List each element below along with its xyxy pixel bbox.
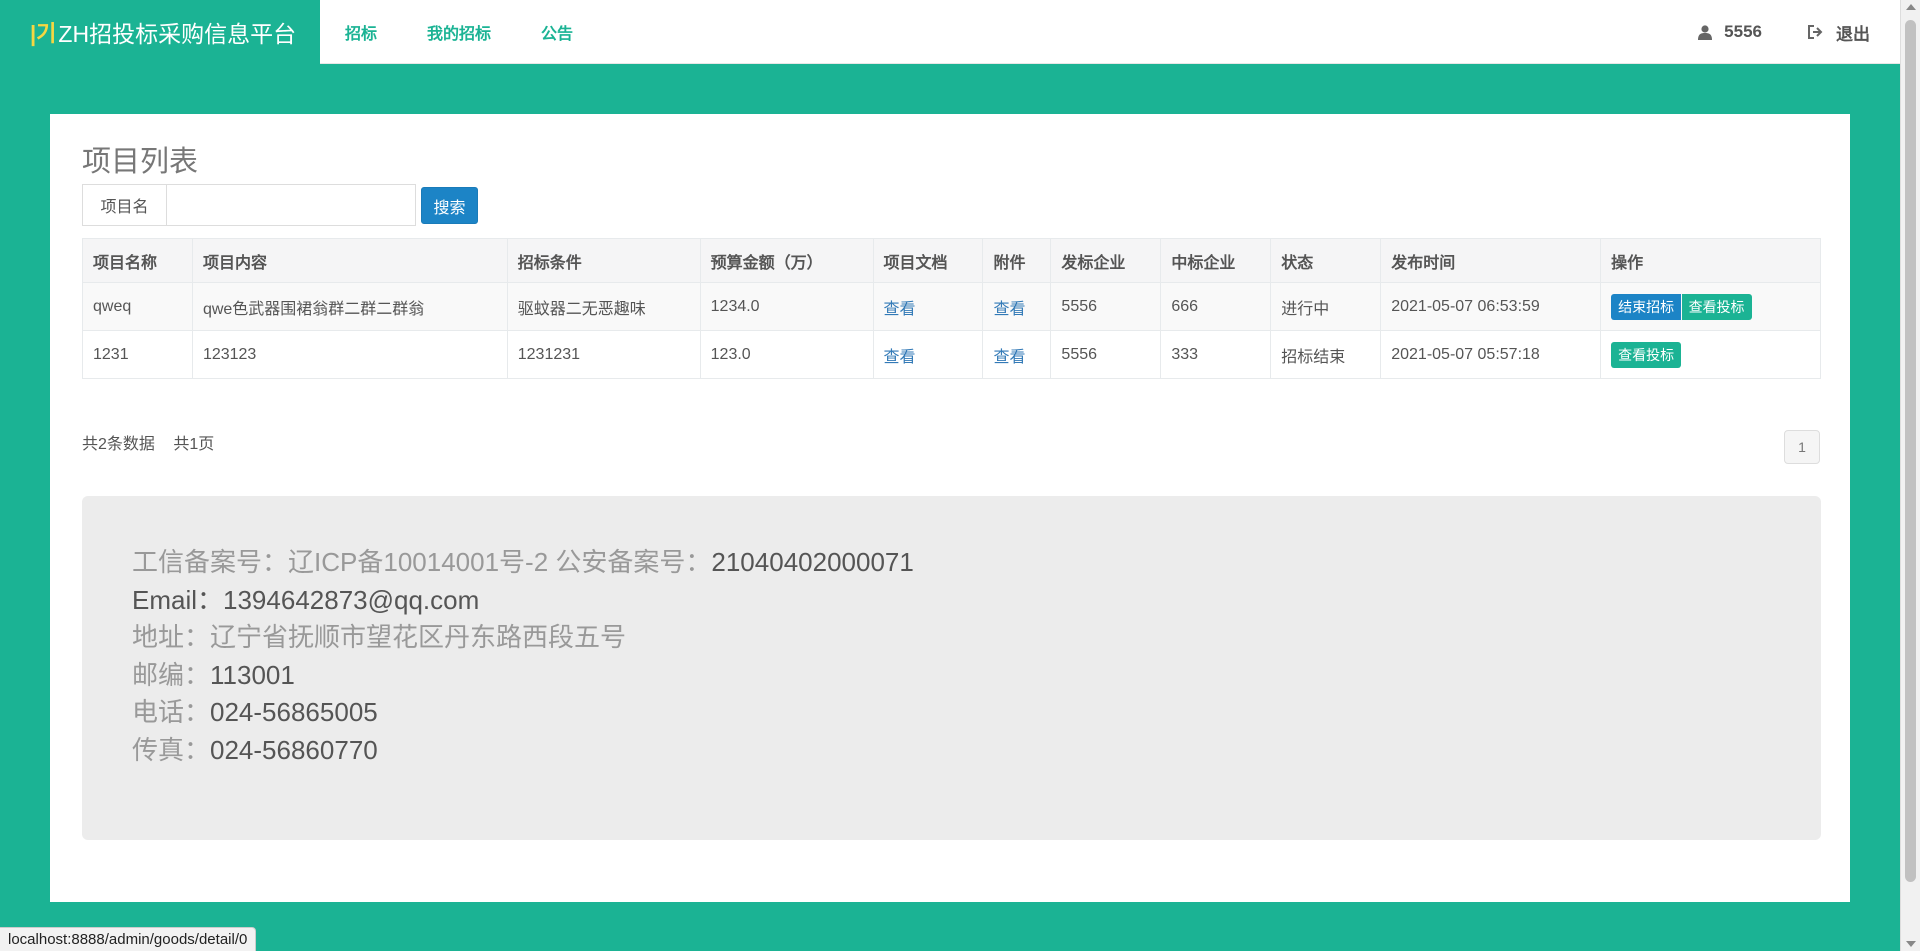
project-name-input[interactable] xyxy=(166,184,416,226)
cell-time: 2021-05-07 05:57:18 xyxy=(1380,330,1602,379)
cell-issuer: 5556 xyxy=(1050,330,1162,379)
cell-winner: 333 xyxy=(1160,330,1272,379)
pagination-page-1[interactable]: 1 xyxy=(1784,430,1820,464)
col-header-attachment[interactable]: 附件 xyxy=(982,238,1052,283)
zip-value: 113001 xyxy=(210,659,295,690)
fax-value: 024-56860770 xyxy=(210,734,378,765)
footer-line-icp: 工信备案号：辽ICP备10014001号-2 公安备案号：21040402000… xyxy=(132,544,1771,582)
table-row: qweq qwe色武器围裙翁群二群二群翁 驱蚊器二无恶趣味 1234.0 查看 … xyxy=(82,282,1821,331)
footer-line-tel: 电话：024-56865005 xyxy=(132,694,1771,732)
view-attachment-link[interactable]: 查看 xyxy=(993,301,1025,318)
col-header-budget[interactable]: 预算金额（万） xyxy=(699,238,874,283)
col-header-status[interactable]: 状态 xyxy=(1270,238,1382,283)
cell-status: 招标结束 xyxy=(1270,330,1382,379)
page-title: 项目列表 xyxy=(82,146,199,178)
user-area: 5556 退出 xyxy=(1652,0,1870,64)
project-list-panel: 项目列表 项目名 搜索 项目名称 项目内容 招标条件 预算金额（万） 项目文档 … xyxy=(50,114,1850,902)
cell-content: qwe色武器围裙翁群二群二群翁 xyxy=(191,282,508,331)
footer-line-zip: 邮编：113001 xyxy=(132,657,1771,695)
brand[interactable]: |기 ZH招投标采购信息平台 xyxy=(0,0,320,64)
police-value: 21040402000071 xyxy=(711,547,914,577)
col-header-content[interactable]: 项目内容 xyxy=(191,238,508,283)
table-header-row: 项目名称 项目内容 招标条件 预算金额（万） 项目文档 附件 发标企业 中标企业… xyxy=(82,238,1821,283)
view-attachment-link[interactable]: 查看 xyxy=(993,349,1025,366)
icp-label: 工信备案号： xyxy=(132,547,289,577)
brand-name: ZH招投标采购信息平台 xyxy=(58,21,297,47)
view-bids-button[interactable]: 查看投标 xyxy=(1611,341,1682,368)
scroll-up-arrow-icon[interactable] xyxy=(1906,4,1916,10)
logout-link[interactable]: 退出 xyxy=(1808,20,1870,45)
site-footer: 工信备案号：辽ICP备10014001号-2 公安备案号：21040402000… xyxy=(82,496,1821,840)
user-menu[interactable]: 5556 xyxy=(1698,22,1762,42)
tel-value: 024-56865005 xyxy=(210,697,378,727)
view-doc-link[interactable]: 查看 xyxy=(884,301,916,318)
total-pages: 共1页 xyxy=(173,436,215,453)
browser-status-url: localhost:8888/admin/goods/detail/0 xyxy=(0,927,257,951)
cell-issuer: 5556 xyxy=(1050,282,1162,331)
icp-value: 辽ICP备10014001号-2 xyxy=(288,547,549,577)
cell-doc: 查看 xyxy=(872,330,984,379)
brand-logo-icon: |기 xyxy=(30,21,57,46)
scrollbar-thumb[interactable] xyxy=(1905,20,1916,882)
col-header-name[interactable]: 项目名称 xyxy=(82,238,193,283)
footer-line-fax: 传真：024-56860770 xyxy=(132,732,1771,770)
cell-content: 123123 xyxy=(191,330,508,379)
end-bidding-button[interactable]: 结束招标 xyxy=(1611,293,1682,320)
project-table: 项目名称 项目内容 招标条件 预算金额（万） 项目文档 附件 发标企业 中标企业… xyxy=(82,238,1821,379)
cell-attachment: 查看 xyxy=(982,282,1052,331)
email-label: Email： xyxy=(132,584,224,615)
view-doc-link[interactable]: 查看 xyxy=(884,349,916,366)
cell-doc: 查看 xyxy=(872,282,984,331)
col-header-issuer[interactable]: 发标企业 xyxy=(1050,238,1162,283)
nav-item-my-bidding[interactable]: 我的招标 xyxy=(427,20,491,44)
total-records: 共2条数据 xyxy=(82,436,155,453)
user-name: 5556 xyxy=(1724,22,1762,41)
email-value: 1394642873@qq.com xyxy=(223,584,480,615)
address-text: 地址：辽宁省抚顺市望花区丹东路西段五号 xyxy=(132,622,627,652)
search-form: 项目名 搜索 xyxy=(82,184,478,226)
scroll-down-arrow-icon[interactable] xyxy=(1906,941,1916,947)
cell-status: 进行中 xyxy=(1270,282,1382,331)
col-header-time[interactable]: 发布时间 xyxy=(1380,238,1602,283)
col-header-actions: 操作 xyxy=(1600,238,1821,283)
top-navbar: |기 ZH招投标采购信息平台 招标 我的招标 公告 5556 退出 xyxy=(0,0,1900,64)
main-nav: 招标 我的招标 公告 xyxy=(320,0,598,64)
sign-out-icon xyxy=(1808,25,1823,39)
cell-actions: 查看投标 xyxy=(1600,330,1821,379)
search-label: 项目名 xyxy=(82,184,166,226)
footer-line-email: Email：1394642873@qq.com xyxy=(132,582,1771,620)
user-icon xyxy=(1698,24,1713,40)
nav-item-bidding[interactable]: 招标 xyxy=(345,20,377,44)
col-header-condition[interactable]: 招标条件 xyxy=(506,238,701,283)
cell-name: 1231 xyxy=(82,330,193,379)
cell-winner: 666 xyxy=(1160,282,1272,331)
cell-condition: 1231231 xyxy=(506,330,701,379)
zip-label: 邮编： xyxy=(132,659,211,690)
table-summary: 共2条数据 共1页 xyxy=(82,430,228,454)
col-header-doc[interactable]: 项目文档 xyxy=(872,238,984,283)
nav-item-announcement[interactable]: 公告 xyxy=(541,20,573,44)
tel-label: 电话： xyxy=(132,697,211,727)
search-button[interactable]: 搜索 xyxy=(421,187,478,224)
cell-budget: 1234.0 xyxy=(699,282,874,331)
cell-attachment: 查看 xyxy=(982,330,1052,379)
cell-name: qweq xyxy=(82,282,193,331)
table-row: 1231 123123 1231231 123.0 查看 查看 5556 333… xyxy=(82,330,1821,379)
fax-label: 传真： xyxy=(132,734,211,765)
cell-condition: 驱蚊器二无恶趣味 xyxy=(506,282,701,331)
footer-line-address: 地址：辽宁省抚顺市望花区丹东路西段五号 xyxy=(132,619,1771,657)
page-scrollbar[interactable] xyxy=(1900,0,1920,951)
logout-label: 退出 xyxy=(1836,24,1870,44)
cell-budget: 123.0 xyxy=(699,330,874,379)
police-label: 公安备案号： xyxy=(548,547,712,577)
view-bids-button[interactable]: 查看投标 xyxy=(1681,293,1752,320)
col-header-winner[interactable]: 中标企业 xyxy=(1160,238,1272,283)
cell-time: 2021-05-07 06:53:59 xyxy=(1380,282,1602,331)
cell-actions: 结束招标 查看投标 xyxy=(1600,282,1821,331)
